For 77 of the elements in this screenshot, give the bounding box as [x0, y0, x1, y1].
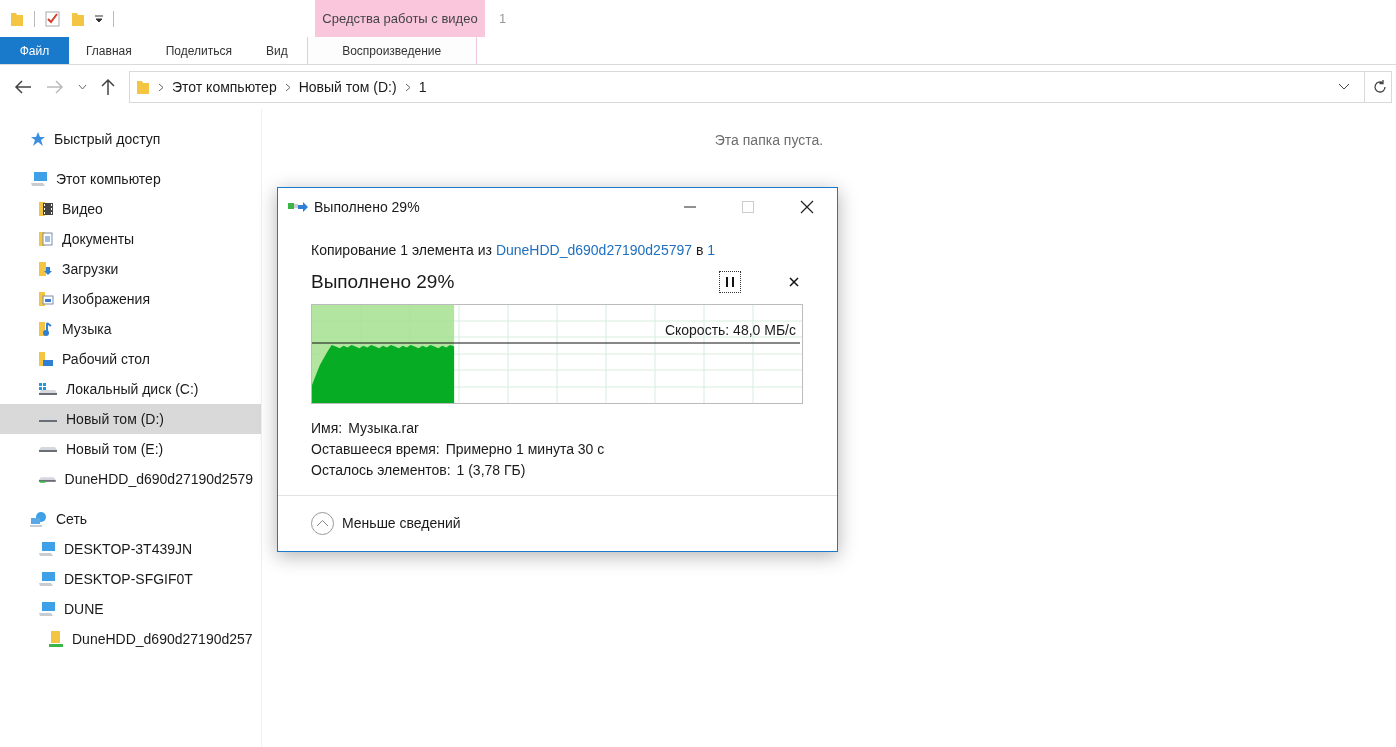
ribbon-tab[interactable]: Файл	[0, 37, 69, 64]
empty-folder-message: Эта папка пуста.	[714, 131, 824, 150]
ribbon-tab[interactable]: Главная	[69, 37, 149, 64]
cancel-icon[interactable]	[789, 277, 799, 287]
refresh-icon[interactable]	[1373, 80, 1387, 94]
windows-drive-icon	[38, 382, 58, 396]
progress-heading: Выполнено 29%	[311, 269, 455, 294]
copy-description: Копирование 1 элемента из DuneHDD_d690d27190d25797 в 1	[311, 241, 717, 260]
detail-value: Музыка.rar	[348, 419, 419, 438]
documents-folder-icon	[38, 231, 54, 247]
breadcrumb-item[interactable]: Новый том (D:)	[298, 76, 397, 98]
copy-icon	[288, 200, 308, 214]
collapse-icon[interactable]	[311, 512, 334, 535]
breadcrumb-item[interactable]: 1	[418, 76, 427, 98]
up-arrow-icon[interactable]	[101, 78, 115, 96]
sidebar-item[interactable]: Рабочий стол	[0, 344, 261, 374]
fewer-details-button[interactable]: Меньше сведений	[342, 513, 461, 534]
sidebar-item[interactable]: Локальный диск (C:)	[0, 374, 261, 404]
folder-icon	[10, 10, 24, 27]
chevron-right-icon	[284, 82, 291, 92]
computer-icon	[38, 601, 56, 617]
sidebar-item[interactable]: DuneHDD_d690d27190d2579	[0, 464, 261, 494]
computer-icon	[38, 571, 56, 587]
music-folder-icon	[38, 321, 54, 337]
pictures-folder-icon	[38, 291, 54, 307]
sidebar-item[interactable]: Новый том (E:)	[0, 434, 261, 464]
source-link[interactable]: DuneHDD_d690d27190d25797	[495, 242, 693, 258]
dropdown-icon[interactable]	[95, 14, 103, 23]
sidebar-item[interactable]: DESKTOP-3T439JN	[0, 534, 261, 564]
star-icon	[30, 131, 46, 147]
sidebar-item[interactable]: Сеть	[0, 504, 261, 534]
pause-button[interactable]	[719, 271, 741, 293]
drive-icon	[38, 445, 58, 453]
chevron-down-icon[interactable]	[78, 84, 87, 90]
sidebar-item[interactable]: DESKTOP-SFGIF0T	[0, 564, 261, 594]
chevron-right-icon	[158, 82, 164, 92]
detail-label: Имя:	[311, 419, 343, 438]
new-folder-icon	[71, 10, 85, 27]
sidebar-item[interactable]: DuneHDD_d690d27190d257	[0, 624, 261, 654]
ribbon-tab[interactable]: Воспроизведение	[306, 37, 477, 64]
detail-value: Примерно 1 минута 30 с	[445, 440, 605, 459]
address-field[interactable]: Этот компьютер Новый том (D:) 1	[129, 71, 1392, 103]
speed-label: Скорость: 48,0 МБ/с	[664, 321, 796, 339]
context-tab-group: Средства работы с видео	[315, 0, 485, 37]
video-folder-icon	[38, 201, 54, 217]
downloads-folder-icon	[38, 261, 54, 277]
ribbon-tab[interactable]: Вид	[248, 37, 305, 64]
sidebar-item[interactable]: Документы	[0, 224, 261, 254]
detail-value: 1 (3,78 ГБ)	[456, 461, 526, 480]
chevron-down-icon[interactable]	[1338, 83, 1350, 91]
chevron-right-icon	[404, 82, 411, 92]
sidebar-item[interactable]: Новый том (D:)	[0, 404, 261, 434]
sidebar-item[interactable]: Музыка	[0, 314, 261, 344]
computer-icon	[30, 171, 48, 187]
network-icon	[30, 511, 48, 527]
detail-label: Оставшееся время:	[311, 440, 440, 459]
properties-icon[interactable]	[45, 10, 61, 27]
sidebar-item[interactable]: Быстрый доступ	[0, 124, 261, 154]
ribbon-tab[interactable]: Поделиться	[148, 37, 249, 64]
back-arrow-icon[interactable]	[14, 80, 32, 94]
network-folder-icon	[48, 630, 64, 648]
computer-icon	[38, 541, 56, 557]
sidebar-item[interactable]: Загрузки	[0, 254, 261, 284]
breadcrumb-item[interactable]: Этот компьютер	[172, 76, 277, 98]
dialog-title: Выполнено 29%	[314, 197, 420, 217]
destination-link[interactable]: 1	[707, 242, 716, 258]
sidebar-item[interactable]: Изображения	[0, 284, 261, 314]
sidebar-item[interactable]: DUNE	[0, 594, 261, 624]
pause-icon	[726, 277, 734, 287]
window-title: 1	[499, 9, 507, 28]
folder-icon	[136, 79, 150, 95]
desktop-folder-icon	[38, 351, 54, 367]
sidebar-item[interactable]: Этот компьютер	[0, 164, 261, 194]
detail-label: Осталось элементов:	[311, 461, 451, 480]
sidebar-item[interactable]: Видео	[0, 194, 261, 224]
close-icon[interactable]	[800, 200, 814, 214]
network-drive-icon	[38, 475, 57, 483]
